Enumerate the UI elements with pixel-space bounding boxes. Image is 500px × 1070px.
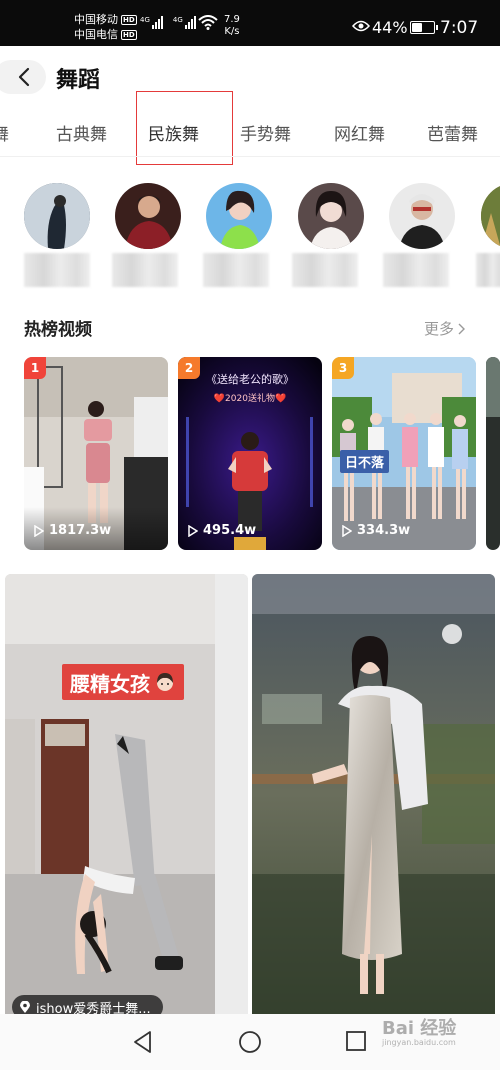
hot-video-card[interactable]: 1 1817.3w	[24, 357, 168, 550]
feed-video-card[interactable]	[252, 574, 495, 1014]
back-arrow-icon	[18, 67, 30, 87]
play-count-value: 334.3w	[357, 523, 411, 538]
more-link[interactable]: 更多	[424, 318, 466, 339]
rank-badge: 3	[332, 357, 354, 379]
play-count: 1817.3w	[34, 523, 111, 538]
battery-icon	[410, 21, 438, 34]
hot-video-card[interactable]	[486, 357, 500, 550]
play-count-value: 1817.3w	[49, 523, 112, 538]
blurred-username	[24, 253, 90, 287]
rank-badge: 1	[24, 357, 46, 379]
network-type: 4G	[172, 16, 183, 24]
nav-back-icon[interactable]	[132, 1030, 154, 1054]
feed-video-card[interactable]: 腰精女孩 ishow爱秀爵士舞...	[5, 574, 248, 1014]
video-thumbnail	[486, 357, 500, 550]
tab-partial[interactable]: 舞	[0, 120, 9, 145]
caption-text: 腰精女孩	[70, 671, 150, 696]
battery-fill	[412, 23, 423, 32]
hd-badge: HD	[121, 14, 137, 25]
app-screen: 中国移动 HD 中国电信 HD 4G 4G 7.9 K/s 44% 7:07 舞…	[0, 0, 500, 1070]
avatar[interactable]	[206, 183, 272, 249]
watermark-url: jingyan.baidu.com	[382, 1038, 456, 1047]
hot-video-card[interactable]: 《送给老公的歌》 ❤️2020送礼物❤️ 2 495.4w	[178, 357, 322, 550]
play-icon	[188, 524, 198, 537]
video-thumbnail	[5, 574, 248, 1014]
tab-gesture[interactable]: 手势舞	[240, 120, 291, 145]
avatar[interactable]	[24, 183, 90, 249]
watermark: Bai 经验 jingyan.baidu.com	[382, 1014, 456, 1047]
speed-unit: K/s	[224, 26, 240, 37]
carrier-info: 中国移动 HD 中国电信 HD	[74, 12, 137, 42]
hot-video-card[interactable]: 日不落 3 334.3w	[332, 357, 476, 550]
page-title: 舞蹈	[56, 68, 101, 93]
signal-icon: 4G	[173, 16, 196, 29]
avatar[interactable]	[389, 183, 455, 249]
play-count: 334.3w	[342, 523, 410, 538]
chevron-right-icon	[458, 323, 466, 334]
blurred-username	[476, 253, 500, 287]
avatar[interactable]	[298, 183, 364, 249]
blurred-username	[203, 253, 269, 287]
nav-recents-icon[interactable]	[345, 1030, 367, 1052]
play-icon	[342, 524, 352, 537]
status-bar: 中国移动 HD 中国电信 HD 4G 4G 7.9 K/s 44% 7:07	[0, 0, 500, 46]
video-thumbnail	[24, 357, 168, 550]
section-title: 热榜视频	[24, 320, 92, 340]
blurred-username	[112, 253, 178, 287]
play-count: 495.4w	[188, 523, 256, 538]
battery-percent: 44%	[372, 18, 408, 37]
tab-trending[interactable]: 网红舞	[334, 120, 385, 145]
hd-badge: HD	[121, 29, 137, 40]
location-pin-icon	[20, 1000, 30, 1013]
avatar[interactable]	[481, 183, 500, 249]
overlay-subtitle: ❤️2020送礼物❤️	[213, 394, 287, 404]
girl-emoji-icon	[157, 673, 173, 691]
speed-value: 7.9	[224, 14, 240, 25]
wifi-icon	[198, 15, 218, 30]
carrier-1: 中国移动	[74, 13, 118, 26]
category-tabs: 舞 古典舞 民族舞 手势舞 网红舞 芭蕾舞	[0, 110, 500, 154]
signal-indicators: 4G 4G	[140, 16, 196, 29]
network-type: 4G	[140, 16, 150, 24]
tab-classical[interactable]: 古典舞	[56, 120, 107, 145]
carrier-2: 中国电信	[74, 28, 118, 41]
blurred-username	[383, 253, 449, 287]
location-tag[interactable]: ishow爱秀爵士舞...	[12, 995, 163, 1014]
divider	[0, 156, 500, 157]
nav-home-icon[interactable]	[238, 1030, 262, 1054]
tab-ballet[interactable]: 芭蕾舞	[427, 120, 478, 145]
eye-icon	[352, 20, 370, 32]
video-caption: 腰精女孩	[62, 664, 184, 700]
video-thumbnail	[252, 574, 495, 1014]
avatar[interactable]	[115, 183, 181, 249]
location-text: ishow爱秀爵士舞...	[36, 1001, 151, 1015]
video-tag: 日不落	[340, 450, 390, 473]
back-button[interactable]	[0, 60, 46, 94]
signal-icon: 4G	[140, 16, 163, 29]
rank-badge: 2	[178, 357, 200, 379]
clock: 7:07	[440, 18, 479, 38]
blurred-username	[292, 253, 358, 287]
watermark-brand: Bai 经验	[382, 1018, 457, 1039]
more-label: 更多	[424, 320, 455, 338]
play-count-value: 495.4w	[203, 523, 257, 538]
play-icon	[34, 524, 44, 537]
active-tab-highlight	[136, 91, 233, 165]
network-speed: 7.9 K/s	[224, 14, 240, 38]
